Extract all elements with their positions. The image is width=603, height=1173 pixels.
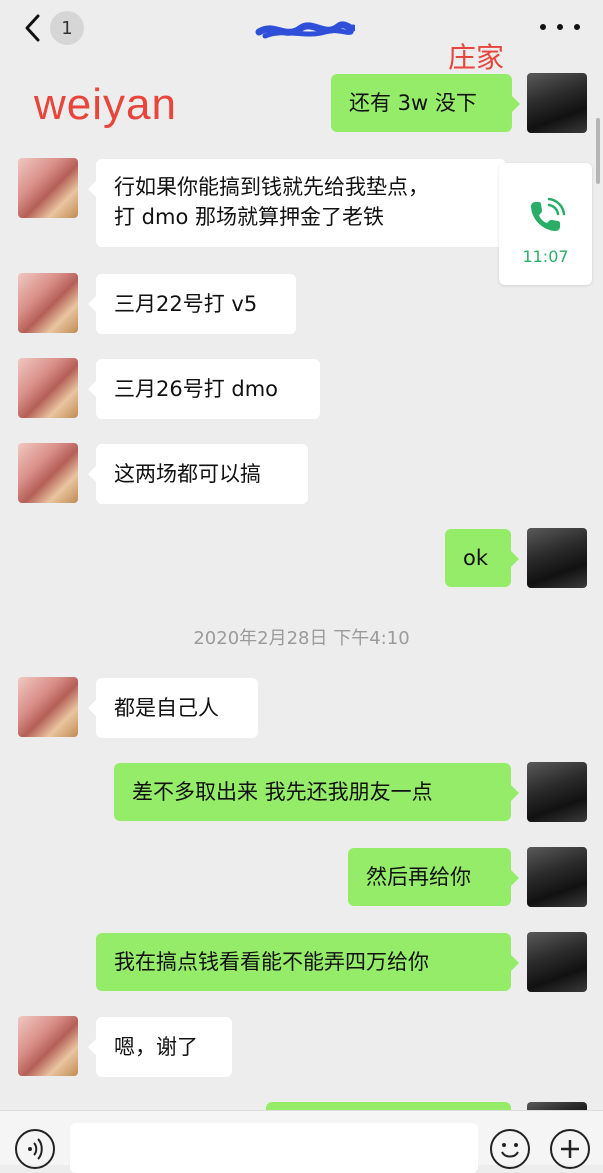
chat-timestamp: 2020年2月28日 下午4:10: [193, 628, 410, 649]
peer-message-bubble[interactable]: 行如果你能搞到钱就先给我垫点， 打 dmo 那场就算押金了老铁: [88, 159, 506, 247]
self-message-bubble[interactable]: ok: [445, 529, 519, 587]
dot-icon: [557, 24, 563, 30]
voice-icon: [28, 1138, 43, 1160]
peer-avatar[interactable]: [18, 1016, 78, 1076]
annotation-peer-name: weiyan: [34, 80, 177, 129]
voice-input-button[interactable]: [15, 1129, 55, 1169]
peer-message-bubble[interactable]: 这两场都可以搞: [88, 444, 308, 504]
peer-message-bubble[interactable]: 都是自己人: [88, 678, 258, 738]
self-avatar[interactable]: [527, 932, 587, 992]
self-avatar[interactable]: [527, 762, 587, 822]
message-text: 这两场都可以搞: [114, 462, 261, 486]
message-text: 嗯，谢了: [114, 1035, 198, 1059]
message-text: 三月22号打 v5: [114, 292, 258, 316]
message-text: 都是自己人: [114, 696, 219, 720]
back-button[interactable]: 1: [22, 8, 92, 48]
message-text-line: 打 dmo 那场就算押金了老铁: [114, 205, 384, 229]
more-actions-button[interactable]: [550, 1129, 590, 1169]
unread-count-badge: 1: [50, 11, 84, 45]
chat-header: 1: [0, 0, 603, 56]
plus-icon: [561, 1140, 579, 1158]
self-avatar[interactable]: [527, 528, 587, 588]
message-text: 然后再给你: [366, 865, 471, 889]
message-text: 三月26号打 dmo: [114, 377, 279, 401]
peer-message-bubble[interactable]: 嗯，谢了: [88, 1017, 232, 1077]
dot-icon: [574, 24, 580, 30]
peer-avatar[interactable]: [18, 677, 78, 737]
self-message-bubble[interactable]: 然后再给你: [348, 848, 519, 906]
message-text: 还有 3w 没下: [349, 91, 477, 115]
peer-avatar[interactable]: [18, 158, 78, 218]
emoji-button[interactable]: [490, 1129, 530, 1169]
call-time: 11:07: [522, 247, 569, 266]
self-avatar[interactable]: [527, 847, 587, 907]
dot-icon: [540, 24, 546, 30]
chevron-left-icon: [25, 14, 40, 42]
self-message-bubble[interactable]: 还有 3w 没下: [331, 74, 520, 132]
redaction-scribble: [255, 21, 355, 39]
peer-message-bubble[interactable]: 三月26号打 dmo: [88, 359, 320, 419]
peer-message-bubble[interactable]: 三月22号打 v5: [88, 274, 296, 334]
message-text: 差不多取出来 我先还我朋友一点: [132, 780, 433, 804]
peer-avatar[interactable]: [18, 273, 78, 333]
peer-avatar[interactable]: [18, 358, 78, 418]
peer-avatar[interactable]: [18, 443, 78, 503]
self-avatar[interactable]: [527, 73, 587, 133]
emoji-icon: [501, 1143, 519, 1158]
self-message-bubble[interactable]: 差不多取出来 我先还我朋友一点: [114, 763, 519, 821]
message-text: 我在搞点钱看看能不能弄四万给你: [114, 950, 429, 974]
more-options-button[interactable]: [540, 12, 580, 42]
message-text: ok: [463, 546, 489, 570]
voice-call-card[interactable]: 11:07: [499, 163, 592, 285]
message-text-line: 行如果你能搞到钱就先给我垫点，: [114, 175, 429, 199]
phone-call-icon: [531, 197, 566, 231]
message-input[interactable]: [70, 1123, 478, 1173]
scrollbar-thumb[interactable]: [596, 118, 600, 184]
message-input-bar: [0, 1110, 603, 1173]
self-message-bubble[interactable]: 我在搞点钱看看能不能弄四万给你: [96, 933, 519, 991]
annotation-self-name: 庄家: [448, 41, 505, 74]
